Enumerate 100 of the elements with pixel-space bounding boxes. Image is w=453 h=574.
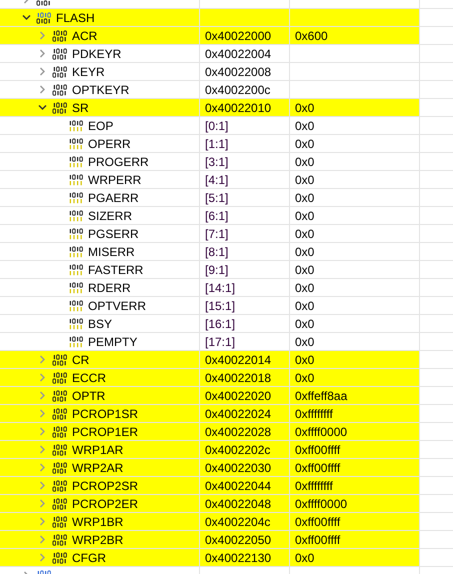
highlighted-tree-row[interactable]: PCROP2SR 0x40022044 0xffffffff [0, 477, 453, 495]
register-name[interactable]: KEYR [72, 64, 105, 78]
register-name[interactable]: PCROP1SR [72, 406, 138, 420]
field-name[interactable]: FASTERR [88, 262, 144, 276]
register-name[interactable]: WRP1BR [72, 514, 124, 528]
register-name[interactable]: WRP1AR [72, 442, 124, 456]
tree-row[interactable]: WRPERR [4:1] 0x0 [0, 171, 453, 189]
field-name[interactable]: WRPERR [88, 172, 142, 186]
register-name[interactable]: WRP2AR [72, 460, 124, 474]
address-text: 0x40022028 [205, 424, 272, 438]
tree-row[interactable]: PDKEYR 0x40022004 [0, 45, 453, 63]
tree-row[interactable]: PGAERR [5:1] 0x0 [0, 189, 453, 207]
bit-range: [4:1] [205, 172, 228, 186]
highlighted-tree-row[interactable]: PCROP1ER 0x40022028 0xffff0000 [0, 423, 453, 441]
tree-row[interactable]: SIZERR [6:1] 0x0 [0, 207, 453, 225]
expand-chevron-icon[interactable] [38, 49, 47, 58]
tree-row[interactable]: RDERR [14:1] 0x0 [0, 279, 453, 297]
highlighted-tree-row[interactable]: ACR 0x40022000 0x600 [0, 27, 453, 45]
register-name[interactable]: SR [72, 100, 89, 114]
peripheral-name[interactable]: FLASH [56, 10, 95, 24]
highlighted-tree-row[interactable]: SR 0x40022010 0x0 [0, 99, 453, 117]
register-name[interactable]: PCROP2SR [72, 478, 138, 492]
tree-row[interactable]: OPERR [1:1] 0x0 [0, 135, 453, 153]
register-icon [52, 552, 68, 564]
value-text: 0x0 [295, 298, 314, 312]
highlighted-tree-row[interactable]: PCROP1SR 0x40022024 0xffffffff [0, 405, 453, 423]
address-text: 0x40022014 [205, 352, 272, 366]
field-icon [68, 228, 84, 240]
expand-chevron-icon[interactable] [38, 445, 47, 454]
tree-row[interactable]: PROGERR [3:1] 0x0 [0, 153, 453, 171]
field-name[interactable]: PGSERR [88, 226, 139, 240]
expand-chevron-icon[interactable] [38, 373, 47, 382]
expand-chevron-icon[interactable] [38, 481, 47, 490]
tree-row[interactable]: BSY [16:1] 0x0 [0, 315, 453, 333]
highlighted-tree-row[interactable]: FLASH [0, 9, 453, 27]
field-name[interactable]: EOP [88, 118, 114, 132]
expand-chevron-icon[interactable] [38, 85, 47, 94]
register-name[interactable]: OPTR [72, 388, 106, 402]
expand-chevron-icon[interactable] [38, 355, 47, 364]
address-text: 0x40022030 [205, 460, 272, 474]
expand-chevron-icon[interactable] [38, 463, 47, 472]
value-text: 0xffff0000 [295, 496, 348, 510]
tree-row[interactable]: OPTVERR [15:1] 0x0 [0, 297, 453, 315]
tree-row[interactable]: OPTKEYR 0x4002200c [0, 81, 453, 99]
register-name[interactable]: PCROP1ER [72, 424, 138, 438]
highlighted-tree-row[interactable]: WRP1BR 0x4002204c 0xff00ffff [0, 513, 453, 531]
tree-row[interactable]: EOP [0:1] 0x0 [0, 117, 453, 135]
address-text: 0x40022008 [205, 64, 272, 78]
highlighted-tree-row[interactable]: WRP1AR 0x4002202c 0xff00ffff [0, 441, 453, 459]
field-name[interactable]: PEMPTY [88, 334, 138, 348]
collapse-chevron-icon[interactable] [22, 13, 31, 22]
field-name[interactable]: SIZERR [88, 208, 132, 222]
value-text: 0x0 [295, 154, 314, 168]
register-name[interactable]: WRP2BR [72, 532, 124, 546]
highlighted-tree-row[interactable]: OPTR 0x40022020 0xffeff8aa [0, 387, 453, 405]
register-icon [52, 48, 68, 60]
value-text: 0x600 [295, 28, 328, 42]
expand-chevron-icon[interactable] [38, 31, 47, 40]
tree-row[interactable]: PEMPTY [17:1] 0x0 [0, 333, 453, 351]
collapse-chevron-icon[interactable] [38, 103, 47, 112]
expand-chevron-icon[interactable] [38, 553, 47, 562]
tree-row[interactable]: PGSERR [7:1] 0x0 [0, 225, 453, 243]
value-text: 0xff00ffff [295, 442, 340, 456]
expand-chevron-icon[interactable] [38, 535, 47, 544]
register-name[interactable]: PCROP2ER [72, 496, 138, 510]
expand-chevron-icon[interactable] [38, 499, 47, 508]
address-text: 0x40022018 [205, 370, 272, 384]
field-name[interactable]: RDERR [88, 280, 131, 294]
expand-chevron-icon[interactable] [38, 67, 47, 76]
expand-chevron-icon[interactable] [38, 391, 47, 400]
highlighted-tree-row[interactable]: ECCR 0x40022018 0x0 [0, 369, 453, 387]
field-icon [68, 156, 84, 168]
register-icon [52, 534, 68, 546]
field-name[interactable]: OPTVERR [88, 298, 146, 312]
expand-chevron-icon[interactable] [38, 427, 47, 436]
field-name[interactable]: PROGERR [88, 154, 149, 168]
field-icon [68, 138, 84, 150]
highlighted-tree-row[interactable]: PCROP2ER 0x40022048 0xffff0000 [0, 495, 453, 513]
register-icon [52, 66, 68, 78]
expand-chevron-icon[interactable] [38, 409, 47, 418]
field-icon [68, 282, 84, 294]
register-name[interactable]: ACR [72, 28, 98, 42]
highlighted-tree-row[interactable]: WRP2AR 0x40022030 0xff00ffff [0, 459, 453, 477]
field-name[interactable]: OPERR [88, 136, 131, 150]
register-name[interactable]: CR [72, 352, 90, 366]
field-name[interactable]: PGAERR [88, 190, 139, 204]
field-name[interactable]: BSY [88, 316, 112, 330]
tree-row[interactable]: FASTERR [9:1] 0x0 [0, 261, 453, 279]
register-name[interactable]: PDKEYR [72, 46, 122, 60]
highlighted-tree-row[interactable]: CFGR 0x40022130 0x0 [0, 549, 453, 567]
expand-chevron-icon[interactable] [38, 517, 47, 526]
tree-row[interactable]: KEYR 0x40022008 [0, 63, 453, 81]
register-name[interactable]: CFGR [72, 550, 106, 564]
highlighted-tree-row[interactable]: WRP2BR 0x40022050 0xff00ffff [0, 531, 453, 549]
register-name[interactable]: ECCR [72, 370, 106, 384]
highlighted-tree-row[interactable]: CR 0x40022014 0x0 [0, 351, 453, 369]
tree-row[interactable]: MISERR [8:1] 0x0 [0, 243, 453, 261]
field-name[interactable]: MISERR [88, 244, 135, 258]
register-icon [52, 462, 68, 474]
register-name[interactable]: OPTKEYR [72, 82, 130, 96]
